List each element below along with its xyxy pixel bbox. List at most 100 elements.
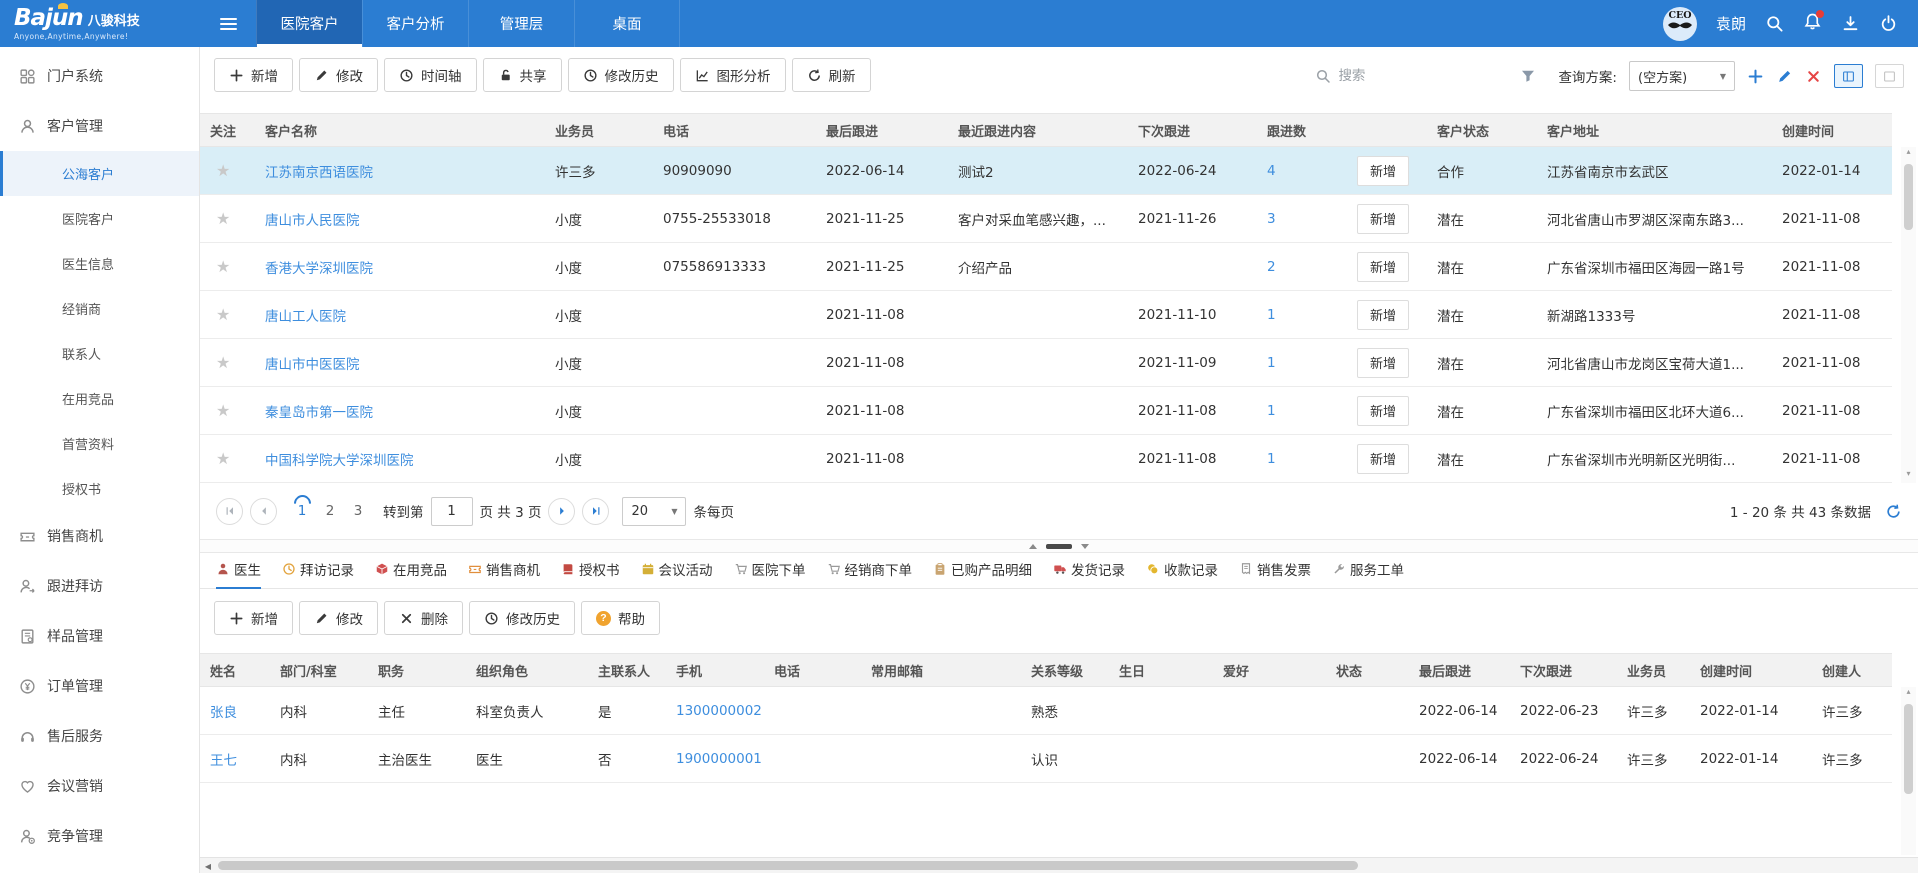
sidebar-item-3[interactable]: 公海客户	[0, 151, 199, 196]
splitter-handle[interactable]	[1046, 544, 1072, 549]
favorite-star-icon[interactable]: ★	[200, 209, 255, 228]
search-input[interactable]	[1338, 68, 1478, 84]
cell-name[interactable]: 秦皇岛市第一医院	[255, 401, 545, 421]
delete-scheme-icon[interactable]	[1805, 68, 1822, 85]
favorite-star-icon[interactable]: ★	[200, 401, 255, 420]
sidebar-item-2[interactable]: 客户管理	[0, 101, 199, 151]
detail-tab-6[interactable]: 会议活动	[641, 559, 713, 589]
scroll-left-icon[interactable]: ◀	[200, 859, 216, 873]
table-row[interactable]: ★唐山市中医医院小度2021-11-082021-11-091新增潜在河北省唐山…	[200, 339, 1892, 387]
toolbar-button-7[interactable]: 刷新	[792, 58, 871, 92]
logout-power-icon[interactable]	[1879, 14, 1898, 33]
detail-tab-13[interactable]: 服务工单	[1332, 559, 1404, 589]
table-row[interactable]: ★江苏南京西语医院许三多909090902022-06-14测试22022-06…	[200, 147, 1892, 195]
sidebar-item-5[interactable]: 医生信息	[0, 241, 199, 286]
toolbar-button-6[interactable]: 图形分析	[680, 58, 786, 92]
table-row[interactable]: ★唐山市人民医院小度0755-255330182021-11-25客户对采血笔感…	[200, 195, 1892, 243]
table-row[interactable]: ★香港大学深圳医院小度0755869133332021-11-25介绍产品2新增…	[200, 243, 1892, 291]
table-row[interactable]: 张良内科主任科室负责人是1300000002熟悉2022-06-142022-0…	[200, 687, 1892, 735]
collapse-down-icon[interactable]	[1081, 544, 1089, 549]
sidebar-item-1[interactable]: 门户系统	[0, 51, 199, 101]
row-add-follow-button[interactable]: 新增	[1357, 396, 1409, 426]
top-tab-2[interactable]: 客户分析	[362, 0, 468, 47]
row-add-follow-button[interactable]: 新增	[1357, 444, 1409, 474]
scroll-up-icon[interactable]: ▴	[1901, 687, 1916, 701]
top-tab-3[interactable]: 管理层	[468, 0, 574, 47]
page-size-select[interactable]: 20 ▼	[622, 497, 686, 526]
cell-name[interactable]: 中国科学院大学深圳医院	[255, 449, 545, 469]
table-row[interactable]: ★唐山工人医院小度2021-11-082021-11-101新增潜在新湖路133…	[200, 291, 1892, 339]
detail-tab-5[interactable]: 授权书	[561, 559, 620, 589]
cell-count[interactable]: 1	[1257, 355, 1347, 371]
toolbar-button-2[interactable]: 修改	[299, 58, 378, 92]
sidebar-item-10[interactable]: 授权书	[0, 466, 199, 511]
edit-scheme-icon[interactable]	[1776, 68, 1793, 85]
toolbar-button-1[interactable]: 新增	[214, 58, 293, 92]
user-name[interactable]: 袁朗	[1716, 13, 1746, 34]
cell-0[interactable]: 张良	[200, 701, 270, 721]
sidebar-item-6[interactable]: 经销商	[0, 286, 199, 331]
add-scheme-icon[interactable]	[1747, 68, 1764, 85]
toolbar-button-3[interactable]: 时间轴	[384, 58, 477, 92]
query-scheme-select[interactable]: (空方案) ▼	[1629, 61, 1735, 91]
sidebar-item-13[interactable]: 样品管理	[0, 611, 199, 661]
split-view-toggle[interactable]	[1834, 64, 1863, 88]
top-tab-1[interactable]: 医院客户	[256, 0, 362, 47]
scrollbar-thumb[interactable]	[1904, 164, 1913, 230]
sidebar-item-9[interactable]: 首营资料	[0, 421, 199, 466]
sidebar-item-7[interactable]: 联系人	[0, 331, 199, 376]
doctor-toolbar-button-5[interactable]: ?帮助	[581, 601, 660, 635]
full-view-toggle[interactable]	[1875, 64, 1904, 88]
next-page-button[interactable]	[548, 498, 575, 525]
detail-tab-7[interactable]: 医院下单	[734, 559, 806, 589]
toolbar-button-4[interactable]: 共享	[483, 58, 562, 92]
search-icon[interactable]	[1765, 14, 1784, 33]
cell-count[interactable]: 1	[1257, 403, 1347, 419]
scroll-down-icon[interactable]: ▾	[1901, 469, 1916, 483]
row-add-follow-button[interactable]: 新增	[1357, 252, 1409, 282]
detail-tab-2[interactable]: 拜访记录	[282, 559, 354, 589]
goto-page-input[interactable]	[431, 497, 473, 526]
doctor-table-scrollbar[interactable]: ▴	[1901, 687, 1916, 855]
sidebar-item-16[interactable]: 会议营销	[0, 761, 199, 811]
sidebar-item-15[interactable]: 售后服务	[0, 711, 199, 761]
cell-name[interactable]: 唐山市人民医院	[255, 209, 545, 229]
sidebar-item-8[interactable]: 在用竞品	[0, 376, 199, 421]
customer-table-scrollbar[interactable]: ▴ ▾	[1901, 147, 1916, 483]
sidebar-item-4[interactable]: 医院客户	[0, 196, 199, 241]
doctor-toolbar-button-1[interactable]: 新增	[214, 601, 293, 635]
favorite-star-icon[interactable]: ★	[200, 305, 255, 324]
sidebar-item-17[interactable]: 竞争管理	[0, 811, 199, 861]
cell-name[interactable]: 唐山工人医院	[255, 305, 545, 325]
page-number-1[interactable]: 1	[290, 503, 314, 519]
cell-count[interactable]: 1	[1257, 307, 1347, 323]
row-add-follow-button[interactable]: 新增	[1357, 156, 1409, 186]
table-row[interactable]: 王七内科主治医生医生否1900000001认识2022-06-142022-06…	[200, 735, 1892, 783]
filter-icon[interactable]	[1520, 68, 1536, 84]
scrollbar-thumb[interactable]	[1904, 704, 1913, 794]
detail-tab-8[interactable]: 经销商下单	[827, 559, 913, 589]
cell-count[interactable]: 4	[1257, 163, 1347, 179]
detail-tab-12[interactable]: 销售发票	[1239, 559, 1311, 589]
table-row[interactable]: ★中国科学院大学深圳医院小度2021-11-082021-11-081新增潜在广…	[200, 435, 1892, 483]
detail-tab-1[interactable]: 医生	[216, 559, 261, 589]
cell-count[interactable]: 1	[1257, 451, 1347, 467]
favorite-star-icon[interactable]: ★	[200, 353, 255, 372]
cell-5[interactable]: 1300000002	[666, 703, 764, 719]
favorite-star-icon[interactable]: ★	[200, 257, 255, 276]
last-page-button[interactable]	[582, 498, 609, 525]
prev-page-button[interactable]	[250, 498, 277, 525]
scrollbar-thumb[interactable]	[218, 861, 1358, 870]
first-page-button[interactable]	[216, 498, 243, 525]
page-number-2[interactable]: 2	[318, 503, 342, 519]
row-add-follow-button[interactable]: 新增	[1357, 204, 1409, 234]
top-tab-4[interactable]: 桌面	[574, 0, 680, 47]
sidebar-item-11[interactable]: 销售商机	[0, 511, 199, 561]
detail-tab-9[interactable]: 已购产品明细	[933, 559, 1032, 589]
cell-count[interactable]: 2	[1257, 259, 1347, 275]
favorite-star-icon[interactable]: ★	[200, 449, 255, 468]
doctor-toolbar-button-2[interactable]: 修改	[299, 601, 378, 635]
cell-0[interactable]: 王七	[200, 749, 270, 769]
cell-count[interactable]: 3	[1257, 211, 1347, 227]
menu-toggle-icon[interactable]	[200, 0, 256, 47]
